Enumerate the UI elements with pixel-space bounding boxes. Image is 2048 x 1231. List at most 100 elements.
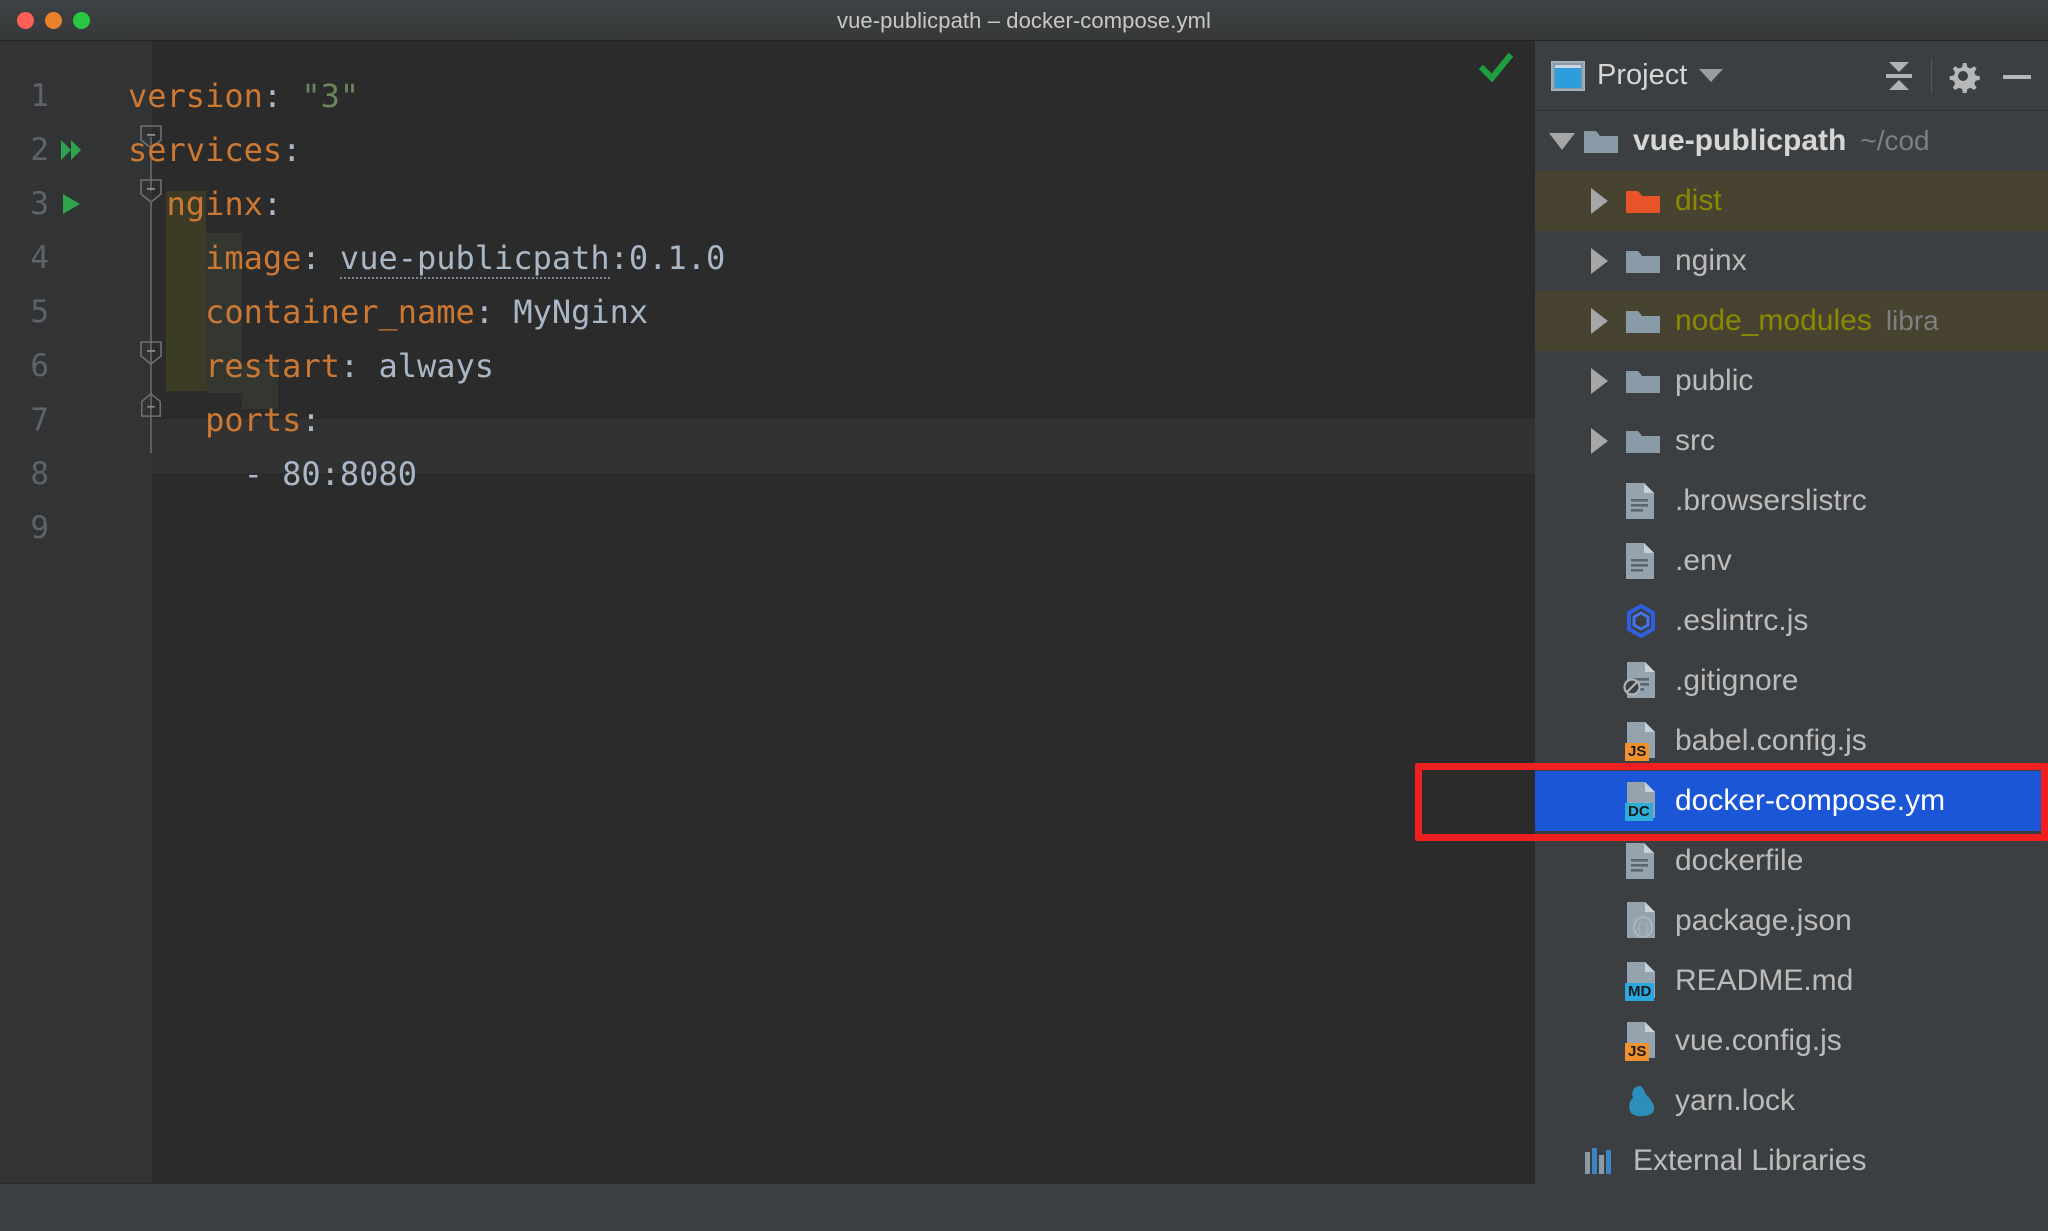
- tree-row-label: node_modules: [1675, 304, 1872, 337]
- code-token: -: [128, 455, 283, 493]
- toolbar-divider: [1931, 58, 1932, 93]
- tree-row[interactable]: External Libraries: [1535, 1131, 2048, 1191]
- tree-row[interactable]: .eslintrc.js: [1535, 591, 2048, 651]
- expand-arrow-icon[interactable]: [1591, 248, 1625, 274]
- arrow-glyph: [1591, 248, 1608, 274]
- collapse-arrow-icon[interactable]: [1549, 132, 1583, 150]
- tree-row-label: dist: [1675, 184, 1722, 217]
- arrow-glyph: [1591, 368, 1608, 394]
- expand-arrow-icon[interactable]: [1591, 188, 1625, 214]
- expand-arrow-icon[interactable]: [1591, 368, 1625, 394]
- code-line[interactable]: restart: always: [128, 339, 494, 393]
- tree-row-label: External Libraries: [1633, 1144, 1867, 1177]
- tree-row[interactable]: public: [1535, 351, 2048, 411]
- folder-gray-icon: [1625, 301, 1661, 341]
- code-token: container_name: [128, 293, 475, 331]
- code-content[interactable]: version: "3" services: nginx: image: vue-…: [128, 41, 1538, 1231]
- window-title: vue-publicpath – docker-compose.yml: [836, 8, 1211, 33]
- folder-gray-icon: [1625, 361, 1661, 401]
- code-token: :: [301, 401, 321, 439]
- hide-panel-icon[interactable]: [2000, 59, 2034, 93]
- tree-row[interactable]: src: [1535, 411, 2048, 471]
- code-line[interactable]: nginx:: [128, 177, 283, 231]
- tree-row-label: .gitignore: [1675, 664, 1799, 697]
- tree-row-label: .env: [1675, 544, 1732, 577]
- svg-text:{}: {}: [1636, 921, 1650, 935]
- line-number: 1: [30, 78, 49, 114]
- code-token: 0.1.0: [628, 239, 726, 277]
- code-line[interactable]: - 80:8080: [128, 447, 417, 501]
- code-line[interactable]: container_name: MyNginx: [128, 285, 648, 339]
- tree-row[interactable]: dist: [1535, 171, 2048, 231]
- tree-row-label: public: [1675, 364, 1754, 397]
- tree-row[interactable]: .env: [1535, 531, 2048, 591]
- file-text-icon: [1625, 541, 1661, 581]
- project-panel-header: Project: [1535, 41, 2048, 111]
- tree-row-label: README.md: [1675, 964, 1854, 997]
- file-js-icon: JS: [1625, 721, 1661, 761]
- tree-row-suffix: libra: [1885, 305, 1939, 336]
- tree-row[interactable]: nginx: [1535, 231, 2048, 291]
- arrow-glyph: [1549, 132, 1575, 150]
- tree-row-label: dockerfile: [1675, 844, 1804, 877]
- code-line[interactable]: ports:: [128, 393, 321, 447]
- folder-orange-icon: [1625, 181, 1661, 221]
- code-line[interactable]: services:: [128, 123, 301, 177]
- project-file-tree[interactable]: vue-publicpath ~/cod dist nginx node_modules…: [1535, 111, 2048, 1231]
- tree-row-label: babel.config.js: [1675, 724, 1867, 757]
- code-token: MyNginx: [513, 293, 649, 331]
- file-md-icon: MD: [1625, 961, 1661, 1001]
- expand-arrow-icon[interactable]: [1591, 428, 1625, 454]
- line-number: 9: [30, 510, 49, 546]
- code-token: :: [339, 347, 360, 385]
- tree-row[interactable]: MD README.md: [1535, 951, 2048, 1011]
- file-text-icon: [1625, 841, 1661, 881]
- line-number: 2: [30, 132, 49, 168]
- tree-row[interactable]: {} package.json: [1535, 891, 2048, 951]
- tree-row-suffix: ~/cod: [1860, 125, 1930, 156]
- file-gitignore-icon: [1623, 661, 1661, 701]
- expand-arrow-icon[interactable]: [1591, 308, 1625, 334]
- libraries-icon: [1583, 1141, 1619, 1181]
- inspection-ok-icon[interactable]: [1479, 51, 1513, 85]
- line-number: 3: [30, 186, 49, 222]
- code-token: ports: [128, 401, 302, 439]
- tree-row-label: vue-publicpath: [1633, 124, 1847, 157]
- tree-row[interactable]: .browserslistrc: [1535, 471, 2048, 531]
- code-editor[interactable]: 123456789 version: "3" services: nginx: …: [0, 41, 1535, 1231]
- run-service-icon[interactable]: [58, 191, 84, 217]
- tree-row[interactable]: .gitignore: [1535, 651, 2048, 711]
- code-token: :: [262, 185, 283, 223]
- code-token: services: [128, 131, 283, 169]
- title-bar: vue-publicpath – docker-compose.yml: [0, 0, 2048, 41]
- code-token: :: [301, 239, 321, 277]
- code-token: nginx: [128, 185, 263, 223]
- tree-row[interactable]: dockerfile: [1535, 831, 2048, 891]
- folder-gray-icon: [1625, 241, 1661, 281]
- tree-row[interactable]: vue-publicpath ~/cod: [1535, 111, 2048, 171]
- gear-icon[interactable]: [1946, 59, 1980, 93]
- tree-row[interactable]: DC docker-compose.ym: [1535, 771, 2048, 831]
- tree-row-label: src: [1675, 424, 1715, 457]
- folder-gray-icon: [1583, 121, 1619, 161]
- code-token: version: [128, 77, 263, 115]
- tree-row[interactable]: yarn.lock: [1535, 1071, 2048, 1131]
- code-line[interactable]: version: "3": [128, 69, 359, 123]
- file-json-icon: {}: [1625, 901, 1661, 941]
- tree-row[interactable]: node_modules libra: [1535, 291, 2048, 351]
- chevron-down-icon[interactable]: [1699, 69, 1724, 82]
- line-number: 7: [30, 402, 49, 438]
- file-yarn-icon: [1625, 1081, 1661, 1121]
- code-line[interactable]: image: vue-publicpath:0.1.0: [128, 231, 725, 285]
- ide-window: vue-publicpath – docker-compose.yml 1 2 3 4…: [0, 0, 2048, 1231]
- code-token: image: [128, 239, 302, 277]
- run-all-icon[interactable]: [58, 137, 84, 163]
- arrow-glyph: [1591, 188, 1608, 214]
- tree-row[interactable]: JS babel.config.js: [1535, 711, 2048, 771]
- collapse-all-icon[interactable]: [1881, 59, 1917, 93]
- tree-row[interactable]: JS vue.config.js: [1535, 1011, 2048, 1071]
